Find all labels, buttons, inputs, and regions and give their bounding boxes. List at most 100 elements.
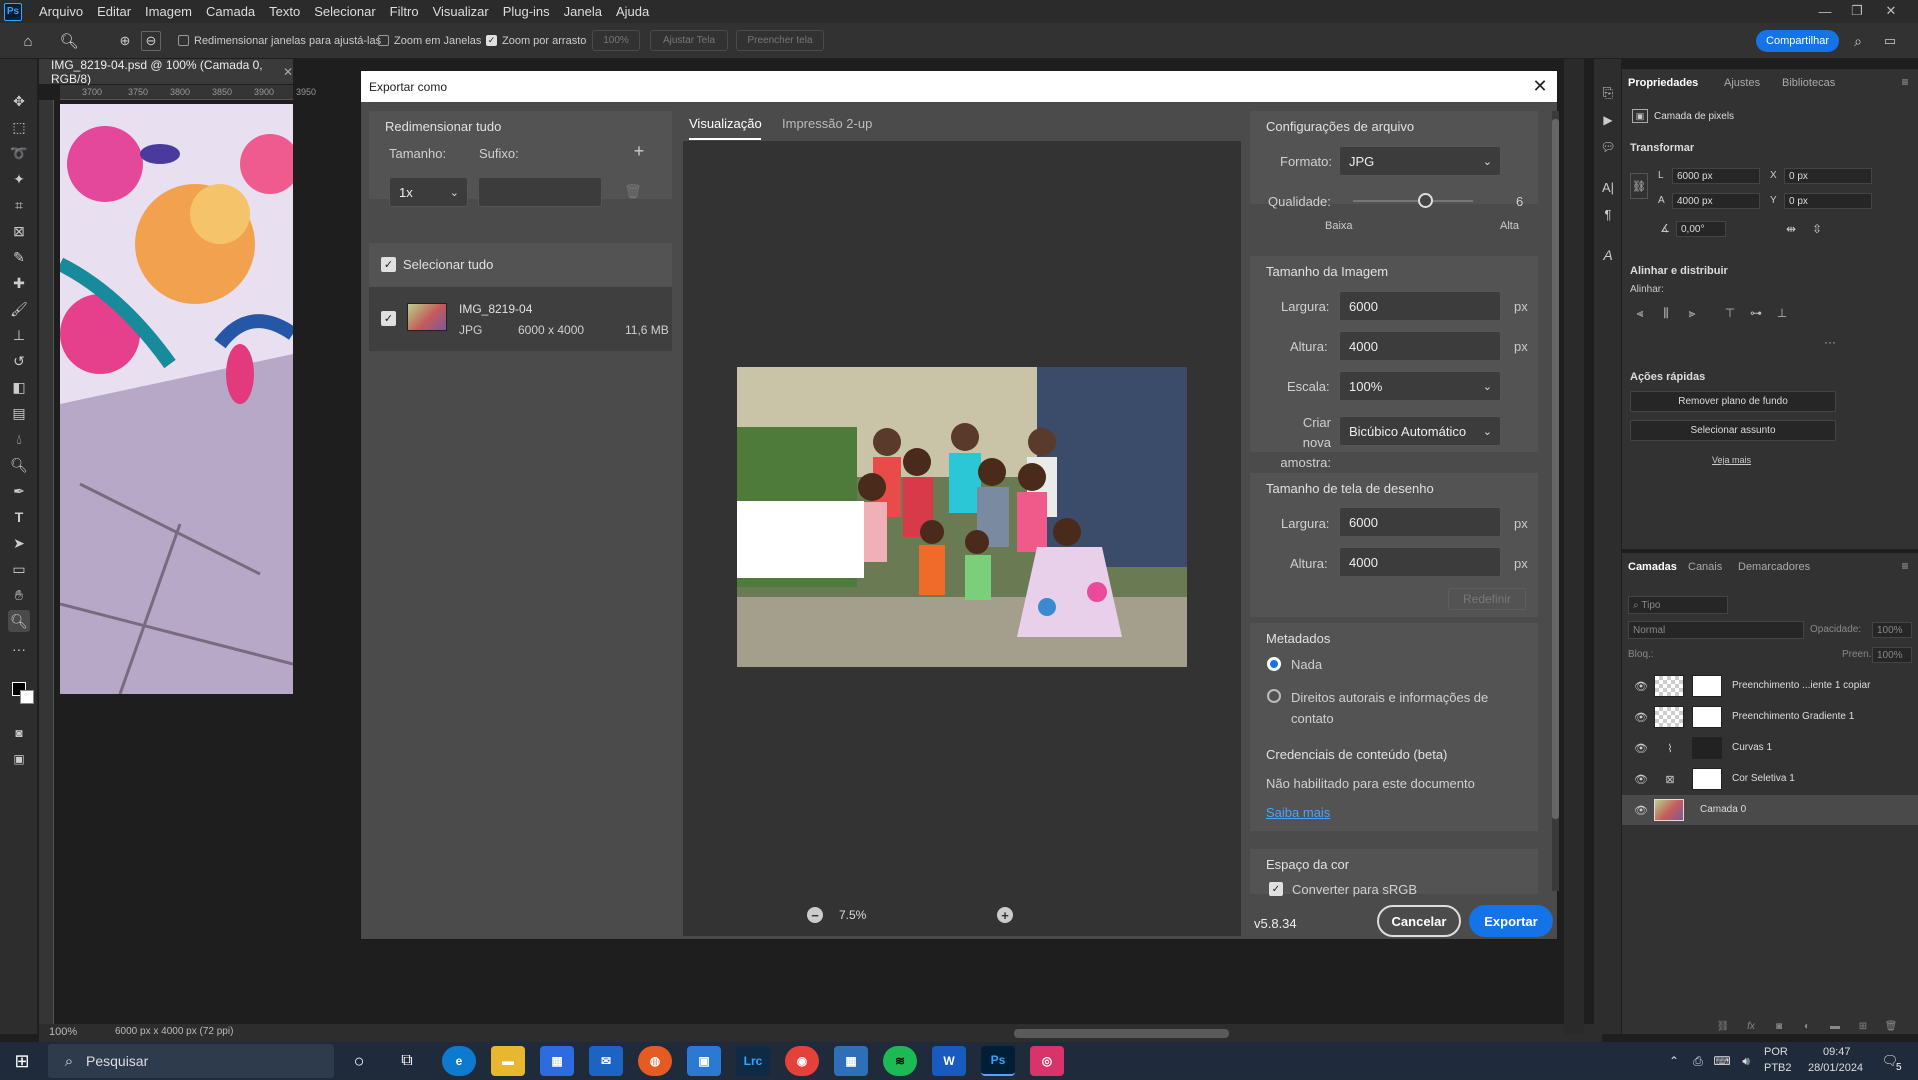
cortana-icon[interactable]: ○ bbox=[346, 1048, 372, 1074]
document-close-icon[interactable]: ✕ bbox=[283, 65, 293, 79]
canvas-width-input[interactable]: 6000 bbox=[1339, 507, 1501, 537]
type-tool-icon[interactable]: T bbox=[8, 506, 30, 528]
tab-two-up[interactable]: Impressão 2-up bbox=[782, 116, 872, 131]
scale-select[interactable]: 100% ⌄ bbox=[1339, 371, 1501, 401]
select-subject-button[interactable]: Selecionar assunto bbox=[1630, 420, 1836, 441]
glyphs-icon[interactable]: A bbox=[1598, 245, 1618, 265]
tab-adjustments[interactable]: Ajustes bbox=[1724, 77, 1760, 89]
path-selection-tool-icon[interactable]: ➤ bbox=[8, 532, 30, 554]
scrubby-zoom-checkbox[interactable]: ✓ bbox=[486, 35, 497, 46]
resize-windows-checkbox[interactable] bbox=[178, 35, 189, 46]
layer-row-selected[interactable]: 👁︎ Camada 0 bbox=[1622, 795, 1918, 825]
new-group-icon[interactable]: ▬ bbox=[1828, 1020, 1842, 1032]
zoom-all-checkbox[interactable] bbox=[378, 35, 389, 46]
zoom-in-icon[interactable]: + bbox=[997, 907, 1013, 923]
background-color-swatch[interactable] bbox=[20, 690, 34, 704]
layer-filter-input[interactable]: ⌕ Tipo bbox=[1628, 596, 1728, 614]
resample-select[interactable]: Bicúbico Automático ⌄ bbox=[1339, 416, 1501, 446]
healing-brush-tool-icon[interactable]: ✚ bbox=[8, 272, 30, 294]
zoom-in-icon[interactable]: ⊕ bbox=[115, 31, 135, 51]
share-button[interactable]: Compartilhar bbox=[1756, 30, 1839, 52]
fill-input[interactable]: 100% bbox=[1872, 647, 1912, 663]
edge-browser-icon[interactable]: e bbox=[442, 1046, 476, 1076]
horizontal-scrollbar[interactable] bbox=[1014, 1029, 1229, 1038]
transform-heading[interactable]: Transformar bbox=[1630, 142, 1694, 154]
zoom-tool-active-icon[interactable]: 🔍︎ bbox=[8, 610, 30, 632]
align-bottom-icon[interactable]: ⊥ bbox=[1774, 305, 1790, 321]
opacity-input[interactable]: 100% bbox=[1872, 622, 1912, 638]
transform-y-input[interactable]: 0 px bbox=[1784, 193, 1872, 209]
suffix-input[interactable] bbox=[478, 177, 602, 207]
calculator-icon[interactable]: ▦ bbox=[834, 1046, 868, 1076]
menu-ajuda[interactable]: Ajuda bbox=[609, 4, 656, 19]
resize-windows-option[interactable]: Redimensionar janelas para ajustá-las bbox=[178, 33, 381, 48]
layer-row[interactable]: 👁︎ Preenchimento ...iente 1 copiar bbox=[1622, 671, 1918, 701]
tab-libraries[interactable]: Bibliotecas bbox=[1782, 77, 1835, 89]
menu-texto[interactable]: Texto bbox=[262, 4, 307, 19]
link-icon[interactable]: ⛓ bbox=[1630, 173, 1648, 199]
menu-imagem[interactable]: Imagem bbox=[138, 4, 199, 19]
minimize-icon[interactable]: — bbox=[1810, 0, 1840, 22]
network-icon[interactable]: ⌨ bbox=[1713, 1052, 1730, 1070]
history-icon[interactable]: ⎘ bbox=[1598, 83, 1618, 103]
metadata-none-radio[interactable] bbox=[1267, 657, 1281, 671]
eyedropper-tool-icon[interactable]: ✎ bbox=[8, 246, 30, 268]
crop-tool-icon[interactable]: ⌗ bbox=[8, 194, 30, 216]
menu-arquivo[interactable]: Arquivo bbox=[32, 4, 90, 19]
menu-plugins[interactable]: Plug-ins bbox=[496, 4, 557, 19]
tab-properties[interactable]: Propriedades bbox=[1628, 77, 1698, 89]
more-options-icon[interactable]: ··· bbox=[1822, 335, 1838, 349]
visibility-eye-icon[interactable]: 👁︎ bbox=[1634, 742, 1648, 755]
word-icon[interactable]: W bbox=[932, 1046, 966, 1076]
image-width-input[interactable]: 6000 bbox=[1339, 291, 1501, 321]
quality-slider-thumb[interactable] bbox=[1418, 193, 1433, 208]
image-height-input[interactable]: 4000 bbox=[1339, 331, 1501, 361]
align-right-icon[interactable]: ⫸ bbox=[1684, 305, 1700, 321]
menu-filtro[interactable]: Filtro bbox=[383, 4, 426, 19]
canvas-height-input[interactable]: 4000 bbox=[1339, 547, 1501, 577]
app-icon[interactable]: ▣ bbox=[687, 1046, 721, 1076]
firefox-icon[interactable]: ◍ bbox=[638, 1046, 672, 1076]
fill-screen-button[interactable]: Preencher tela bbox=[736, 30, 824, 51]
quick-actions-heading[interactable]: Ações rápidas bbox=[1630, 371, 1705, 383]
metadata-copyright-radio[interactable] bbox=[1267, 689, 1281, 703]
window-close-icon[interactable]: ✕ bbox=[1876, 0, 1906, 22]
lightroom-classic-icon[interactable]: Lrc bbox=[736, 1046, 770, 1076]
select-all-checkbox[interactable]: ✓ bbox=[381, 257, 396, 272]
taskbar-search-box[interactable]: ⌕ Pesquisar bbox=[48, 1044, 334, 1078]
restore-icon[interactable]: ❐ bbox=[1842, 0, 1872, 22]
align-heading[interactable]: Alinhar e distribuir bbox=[1630, 265, 1728, 277]
move-tool-icon[interactable]: ✥ bbox=[8, 90, 30, 112]
volume-icon[interactable]: 🔊︎ bbox=[1738, 1052, 1754, 1070]
align-middle-v-icon[interactable]: ⊶ bbox=[1748, 305, 1764, 321]
tab-preview[interactable]: Visualização bbox=[689, 116, 762, 131]
pen-tool-icon[interactable]: ✒ bbox=[8, 480, 30, 502]
character-icon[interactable]: A| bbox=[1598, 177, 1618, 197]
shape-tool-icon[interactable]: ▭ bbox=[8, 558, 30, 580]
eraser-tool-icon[interactable]: ◧ bbox=[8, 376, 30, 398]
spotify-icon[interactable]: ≋ bbox=[883, 1046, 917, 1076]
see-more-link[interactable]: Veja mais bbox=[1712, 455, 1751, 465]
layer-row[interactable]: 👁︎ ⌇ Curvas 1 bbox=[1622, 733, 1918, 763]
tab-channels[interactable]: Canais bbox=[1688, 561, 1722, 573]
flip-horizontal-icon[interactable]: ⇹ bbox=[1782, 220, 1800, 238]
export-button[interactable]: Exportar bbox=[1469, 905, 1553, 937]
frame-tool-icon[interactable]: ⊠ bbox=[8, 220, 30, 242]
actions-play-icon[interactable]: ▶ bbox=[1598, 110, 1618, 130]
menu-visualizar[interactable]: Visualizar bbox=[426, 4, 496, 19]
tab-layers[interactable]: Camadas bbox=[1628, 561, 1677, 573]
more-tools-icon[interactable]: ··· bbox=[8, 638, 30, 660]
scrubby-zoom-option[interactable]: ✓ Zoom por arrasto bbox=[486, 33, 586, 48]
clock-time[interactable]: 09:47 bbox=[1823, 1046, 1851, 1058]
marquee-tool-icon[interactable]: ⬚ bbox=[8, 116, 30, 138]
zoom-tool-icon[interactable]: 🔍︎ bbox=[58, 31, 80, 51]
adjustment-layer-icon[interactable]: ◐ bbox=[1800, 1020, 1814, 1032]
transform-height-input[interactable]: 4000 px bbox=[1672, 193, 1760, 209]
windows-start-icon[interactable]: ⊞ bbox=[8, 1048, 36, 1074]
new-layer-icon[interactable]: ⊞ bbox=[1856, 1020, 1870, 1032]
task-view-icon[interactable]: ⧉ bbox=[394, 1048, 420, 1074]
screen-mode-icon[interactable]: ▣ bbox=[8, 748, 30, 770]
keyboard-layout[interactable]: PTB2 bbox=[1764, 1062, 1792, 1074]
trash-icon[interactable]: 🗑︎ bbox=[623, 181, 643, 201]
flip-vertical-icon[interactable]: ⇳ bbox=[1808, 220, 1826, 238]
